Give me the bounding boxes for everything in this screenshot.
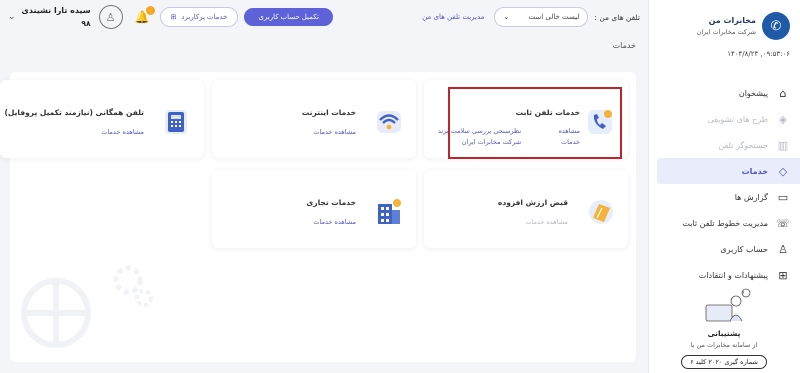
my-phones-label: تلفن های من : [594,12,640,22]
page-title: خدمات [612,41,636,50]
user-icon: ♙ [778,242,788,256]
sidebar-menu: ⌂ پیشخوان ◈ طرح های تشویقی ▥ جستجوگر تلف… [649,80,800,288]
building-icon [374,196,404,226]
user-info[interactable]: سیده تارا نشیندی ۹۸ [22,6,91,28]
sidebar-item-services[interactable]: ◇ خدمات [657,158,800,184]
payphone-icon [162,106,192,136]
sidebar-item-promotions[interactable]: ◈ طرح های تشویقی [649,106,800,132]
support-dial-badge: شماره گیری ۲۰۲۰ کلید ۶ [681,355,767,369]
card-value-added-bill[interactable]: قبض ارزش افزوده مشاهده خدمات [424,170,628,248]
sidebar-item-phone-finder[interactable]: ▥ جستجوگر تلفن [649,132,800,158]
complete-account-button[interactable]: تکمیل حساب کاربری [244,8,334,26]
support-title: پشتیبانی [707,329,741,338]
phone-line-icon: ☏ [776,216,790,230]
popular-services-label: خدمات پرکاربرد [181,14,228,21]
bill-icon [586,196,616,226]
report-icon: ▭ [777,190,789,204]
select-value: لیست خالی است [528,13,580,21]
user-name: سیده تارا نشیندی [21,6,91,15]
sidebar-item-landline-management[interactable]: ☏ مدیریت خطوط تلفن ثابت [649,210,800,236]
card-internet-services[interactable]: خدمات اینترنت مشاهده خدمات [212,80,416,158]
sidebar-item-label: حساب کاربری [720,244,768,254]
sidebar-item-account[interactable]: ♙ حساب کاربری [649,236,800,262]
user-avatar-icon: ♙ [105,10,116,24]
sidebar-item-label: جستجوگر تلفن [718,140,768,150]
card-public-phone[interactable]: تلفن همگانی (نیازمند تکمیل پروفایل) مشاه… [0,80,204,158]
card-title: خدمات تجاری [306,198,356,207]
services-panel: خدمات تلفن ثابت مشاهده خدمات نظرسنجی برر… [0,72,636,362]
support-box: ? پشتیبانی از سامانه مخابرات من با شماره… [658,287,790,369]
brand-company: شرکت مخابرات ایران [696,28,756,36]
gift-icon: ◈ [778,112,788,126]
notification-count-badge: ۰ [145,6,155,15]
card-title: خدمات اینترنت [301,108,356,117]
avatar[interactable]: ♙ [98,5,123,29]
sidebar-item-label: پیشنهادات و انتقادات [698,270,768,280]
wifi-icon [374,106,404,136]
sidebar-item-dashboard[interactable]: ⌂ پیشخوان [649,80,800,106]
card-title: تلفن همگانی (نیازمند تکمیل پروفایل) [4,108,144,117]
user-code: ۹۸ [81,19,91,28]
card-title: قبض ارزش افزوده [497,198,568,207]
view-services-link[interactable]: مشاهده خدمات [101,128,144,136]
support-illustration: ? [694,287,754,327]
decorative-background-graphic [16,258,156,348]
highlight-box [448,87,622,159]
feedback-icon: ⊞ [778,268,788,282]
popular-services-button[interactable]: خدمات پرکاربرد ⊞ [159,7,239,27]
view-services-link[interactable]: مشاهده خدمات [313,128,356,136]
sidebar-item-label: خدمات [741,166,768,176]
manage-my-phones-link[interactable]: مدیریت تلفن های من [422,13,484,21]
barcode-icon: ▥ [777,138,789,152]
phone-lines-select[interactable]: لیست خالی است ⌄ [494,7,589,27]
sidebar-item-feedback[interactable]: ⊞ پیشنهادات و انتقادات [649,262,800,288]
view-services-link[interactable]: مشاهده خدمات [313,218,356,226]
user-menu-chevron-icon[interactable]: ⌄ [8,12,16,22]
help-question-icon: ? [741,291,744,298]
sidebar: ✆ مخابرات من شرکت مخابرات ایران ۱۴۰۴/۸/۲… [648,0,800,373]
sidebar-item-label: گزارش ها [734,192,768,202]
brand-logo-icon: ✆ [762,12,790,40]
sidebar-item-label: پیشخوان [738,88,768,98]
sidebar-item-reports[interactable]: ▭ گزارش ها [649,184,800,210]
layers-icon: ◇ [778,164,788,178]
brand-name: مخابرات من [708,16,756,25]
sidebar-item-label: مدیریت خطوط تلفن ثابت [682,218,768,228]
sidebar-item-label: طرح های تشویقی [707,114,768,124]
card-commercial-services[interactable]: خدمات تجاری مشاهده خدمات [212,170,416,248]
support-subtitle: از سامانه مخابرات من با [690,341,758,349]
home-icon: ⌂ [779,86,787,100]
chevron-down-icon: ⌄ [503,13,510,21]
notifications-button[interactable]: 🔔 ۰ [135,6,155,24]
view-services-link[interactable]: مشاهده خدمات [525,218,568,226]
top-bar: تلفن های من : لیست خالی است ⌄ مدیریت تلف… [0,0,648,34]
current-datetime: ۱۴۰۴/۸/۲۴ ,۰۹:۵۳:۰۶ [727,50,790,58]
brand[interactable]: ✆ مخابرات من شرکت مخابرات ایران [649,0,800,40]
grid-icon: ⊞ [170,14,177,21]
